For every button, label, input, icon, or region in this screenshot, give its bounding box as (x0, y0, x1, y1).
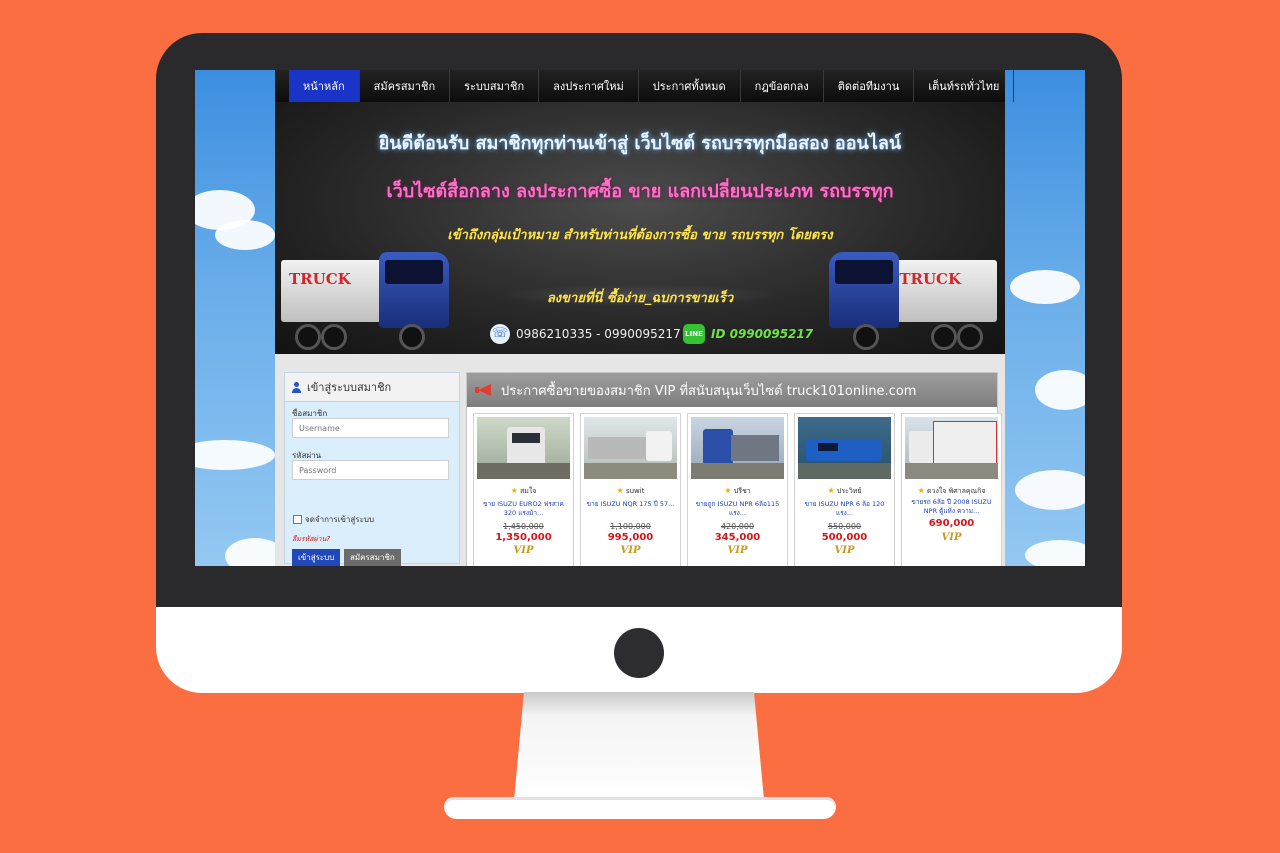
listing-title[interactable]: ขายรถ 6ล้อ ปี 2008 ISUZU NPR ตู้แห้ง ควา… (906, 498, 997, 516)
contact-line: LINE ID 0990095217 (683, 324, 813, 344)
line-id: ID 0990095217 (711, 327, 814, 341)
truck-illustration-right: TRUCK (827, 252, 997, 350)
listing-old-price: 1,450,000 (503, 522, 544, 531)
listing-seller: ★ suwit (616, 486, 645, 495)
nav-rules[interactable]: กฎข้อตกลง (741, 70, 824, 102)
listing-old-price: 550,000 (827, 522, 862, 531)
login-heading: เข้าสู่ระบบสมาชิก (307, 381, 392, 394)
star-icon: ★ (827, 486, 835, 495)
password-input[interactable] (292, 460, 449, 480)
website: หน้าหลัก สมัครสมาชิก ระบบสมาชิก ลงประกาศ… (275, 70, 1015, 566)
truck-illustration-left: TRUCK (281, 252, 451, 350)
vip-badge: VIP (941, 532, 962, 543)
phone-numbers: 0986210335 - 0990095217 (516, 327, 681, 341)
login-panel-header: เข้าสู่ระบบสมาชิก (285, 373, 459, 402)
truck-logo: TRUCK (289, 270, 351, 288)
listing-photo[interactable] (584, 417, 677, 479)
listing-photo[interactable] (477, 417, 570, 479)
star-icon: ★ (917, 486, 925, 495)
listing-cards: ★ สมใจ ขาย ISUZU EURO2 ฟรสาค 320 แรงม้า.… (473, 413, 1002, 566)
listing-card[interactable]: ★ suwit ขาย ISUZU NQR 175 ปี 57... 1,100… (580, 413, 681, 566)
power-button-icon (614, 628, 664, 678)
listing-card[interactable]: ★ ดวงใจ พิศาลคุณกิจ ขายรถ 6ล้อ ปี 2008 I… (901, 413, 1002, 566)
listing-card[interactable]: ★ ประวิทย์ ขาย ISUZU NPR 6 ล้อ 120 แรง..… (794, 413, 895, 566)
main-content: เข้าสู่ระบบสมาชิก ชื่อสมาชิก รหัสผ่าน จด… (275, 354, 1005, 566)
listing-photo[interactable] (905, 417, 998, 479)
listing-price: 500,000 (821, 532, 868, 543)
banner-tagline-text: เข้าถึงกลุ่มเป้าหมาย สำหรับท่านที่ต้องกา… (447, 228, 833, 243)
listing-price: 690,000 (928, 518, 975, 529)
listing-title[interactable]: ขาย ISUZU NQR 175 ปี 57... (585, 500, 676, 509)
nav-member-system[interactable]: ระบบสมาชิก (450, 70, 540, 102)
login-panel: เข้าสู่ระบบสมาชิก ชื่อสมาชิก รหัสผ่าน จด… (284, 372, 460, 566)
monitor-stand-neck (514, 692, 764, 800)
listing-seller: ★ ดวงใจ พิศาลคุณกิจ (917, 486, 986, 495)
listing-seller: ★ ประวิทย์ (827, 486, 862, 495)
remember-label: จดจำการเข้าสู่ระบบ (305, 515, 375, 524)
star-icon: ★ (724, 486, 732, 495)
listing-card[interactable]: ★ ปรีชา ขายถูก ISUZU NPR 6ล้อ115 แรง... … (687, 413, 788, 566)
listing-seller: ★ สมใจ (510, 486, 537, 495)
nav-register[interactable]: สมัครสมาชิก (360, 70, 451, 102)
star-icon: ★ (616, 486, 624, 495)
nav-all-ads[interactable]: ประกาศทั้งหมด (639, 70, 741, 102)
user-icon (291, 381, 302, 393)
listing-price: 995,000 (607, 532, 654, 543)
listing-price: 345,000 (714, 532, 761, 543)
banner-subtitle-text: เว็บไซต์สื่อกลาง ลงประกาศซื้อ ขาย แลกเปล… (386, 181, 894, 202)
vip-panel-header: ประกาศซื้อขายของสมาชิก VIP ที่สนับสนุนเว… (467, 373, 997, 407)
nav-contact[interactable]: ติดต่อทีมงาน (824, 70, 915, 102)
line-app-icon: LINE (683, 324, 705, 344)
nav-home[interactable]: หน้าหลัก (289, 70, 360, 102)
banner-welcome-text: ยินดีต้อนรับ สมาชิกทุกท่านเข้าสู่ เว็บไซ… (378, 133, 902, 154)
truck-logo: TRUCK (899, 270, 961, 288)
vip-badge: VIP (727, 545, 748, 556)
main-navbar: หน้าหลัก สมัครสมาชิก ระบบสมาชิก ลงประกาศ… (275, 70, 1015, 102)
username-input[interactable] (292, 418, 449, 438)
listing-title[interactable]: ขาย ISUZU EURO2 ฟรสาค 320 แรงม้า... (478, 500, 569, 518)
remember-checkbox[interactable] (293, 515, 302, 524)
listing-title[interactable]: ขาย ISUZU NPR 6 ล้อ 120 แรง... (799, 500, 890, 518)
monitor-screen: หน้าหลัก สมัครสมาชิก ระบบสมาชิก ลงประกาศ… (195, 70, 1085, 566)
nav-dealers[interactable]: เต็นท์รถทั่วไทย (914, 70, 1015, 102)
listing-old-price: 1,100,000 (610, 522, 651, 531)
vip-badge: VIP (620, 545, 641, 556)
listing-card[interactable]: ★ สมใจ ขาย ISUZU EURO2 ฟรสาค 320 แรงม้า.… (473, 413, 574, 566)
vip-listings-panel: ประกาศซื้อขายของสมาชิก VIP ที่สนับสนุนเว… (466, 372, 1002, 566)
listing-photo[interactable] (691, 417, 784, 479)
register-button[interactable]: สมัครสมาชิก (344, 549, 401, 566)
forgot-password-link[interactable]: ลืมรหัสผ่าน? (292, 534, 330, 545)
listing-seller: ★ ปรีชา (724, 486, 751, 495)
nav-post-ad[interactable]: ลงประกาศใหม่ (539, 70, 639, 102)
vip-badge: VIP (513, 545, 534, 556)
hero-banner: ยินดีต้อนรับ สมาชิกทุกท่านเข้าสู่ เว็บไซ… (275, 102, 1005, 354)
listing-old-price: 420,000 (720, 522, 755, 531)
vip-heading: ประกาศซื้อขายของสมาชิก VIP ที่สนับสนุนเว… (501, 383, 917, 399)
star-icon: ★ (510, 486, 518, 495)
monitor-stand-base (444, 797, 836, 819)
login-button[interactable]: เข้าสู่ระบบ (292, 549, 341, 566)
listing-title[interactable]: ขายถูก ISUZU NPR 6ล้อ115 แรง... (692, 500, 783, 518)
listing-price: 1,350,000 (495, 532, 552, 543)
contact-phone: ☏ 0986210335 - 0990095217 (490, 324, 681, 344)
phone-icon: ☏ (490, 324, 510, 344)
vip-badge: VIP (834, 545, 855, 556)
megaphone-icon (475, 382, 493, 398)
listing-photo[interactable] (798, 417, 891, 479)
